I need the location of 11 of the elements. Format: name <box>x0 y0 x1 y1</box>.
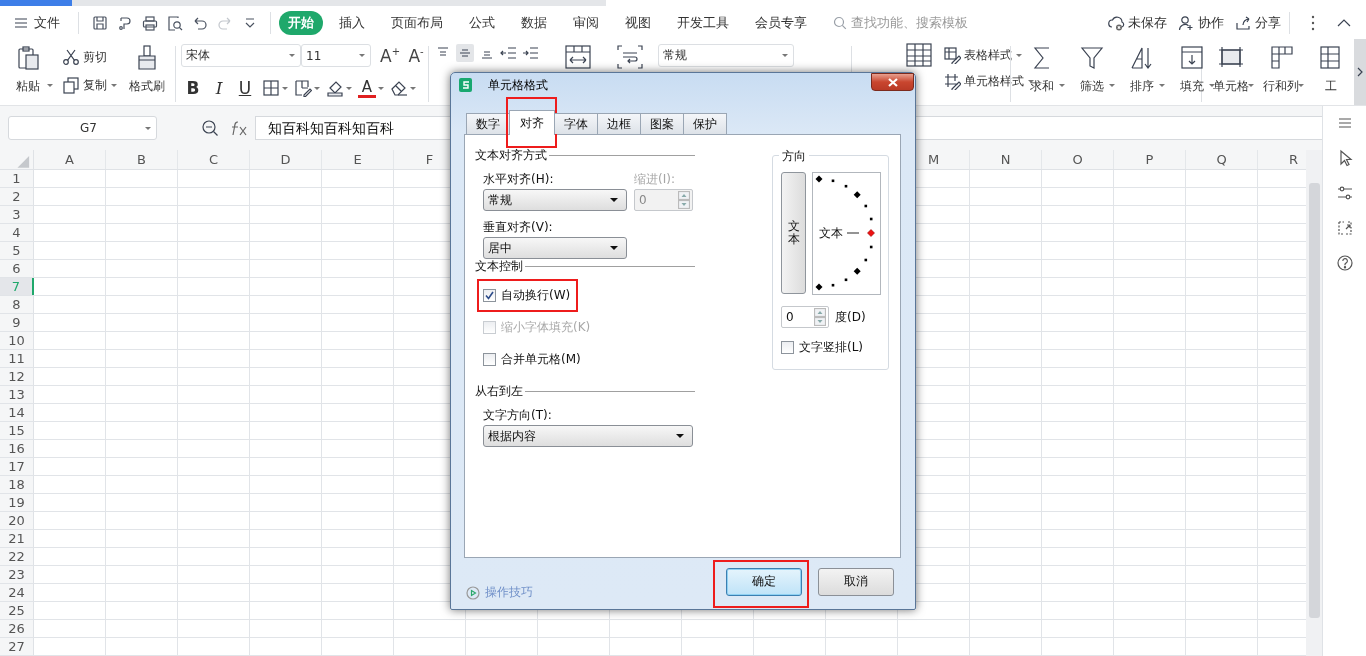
dial-label: 文本 <box>819 225 843 242</box>
field-label: 文字方向(T): <box>483 407 553 422</box>
section-heading: 方向 <box>779 148 809 165</box>
section-heading: 文本对齐方式 <box>475 147 547 164</box>
dialog-title: 单元格格式 <box>488 76 548 94</box>
section-heading: 从右到左 <box>475 383 523 400</box>
section-heading: 文本控制 <box>475 258 523 275</box>
field-label: 垂直对齐(V): <box>483 219 554 234</box>
field-label: 水平对齐(H): <box>483 171 555 186</box>
field-label: 度(D) <box>835 308 866 326</box>
field-label: 缩进(I): <box>634 171 676 186</box>
